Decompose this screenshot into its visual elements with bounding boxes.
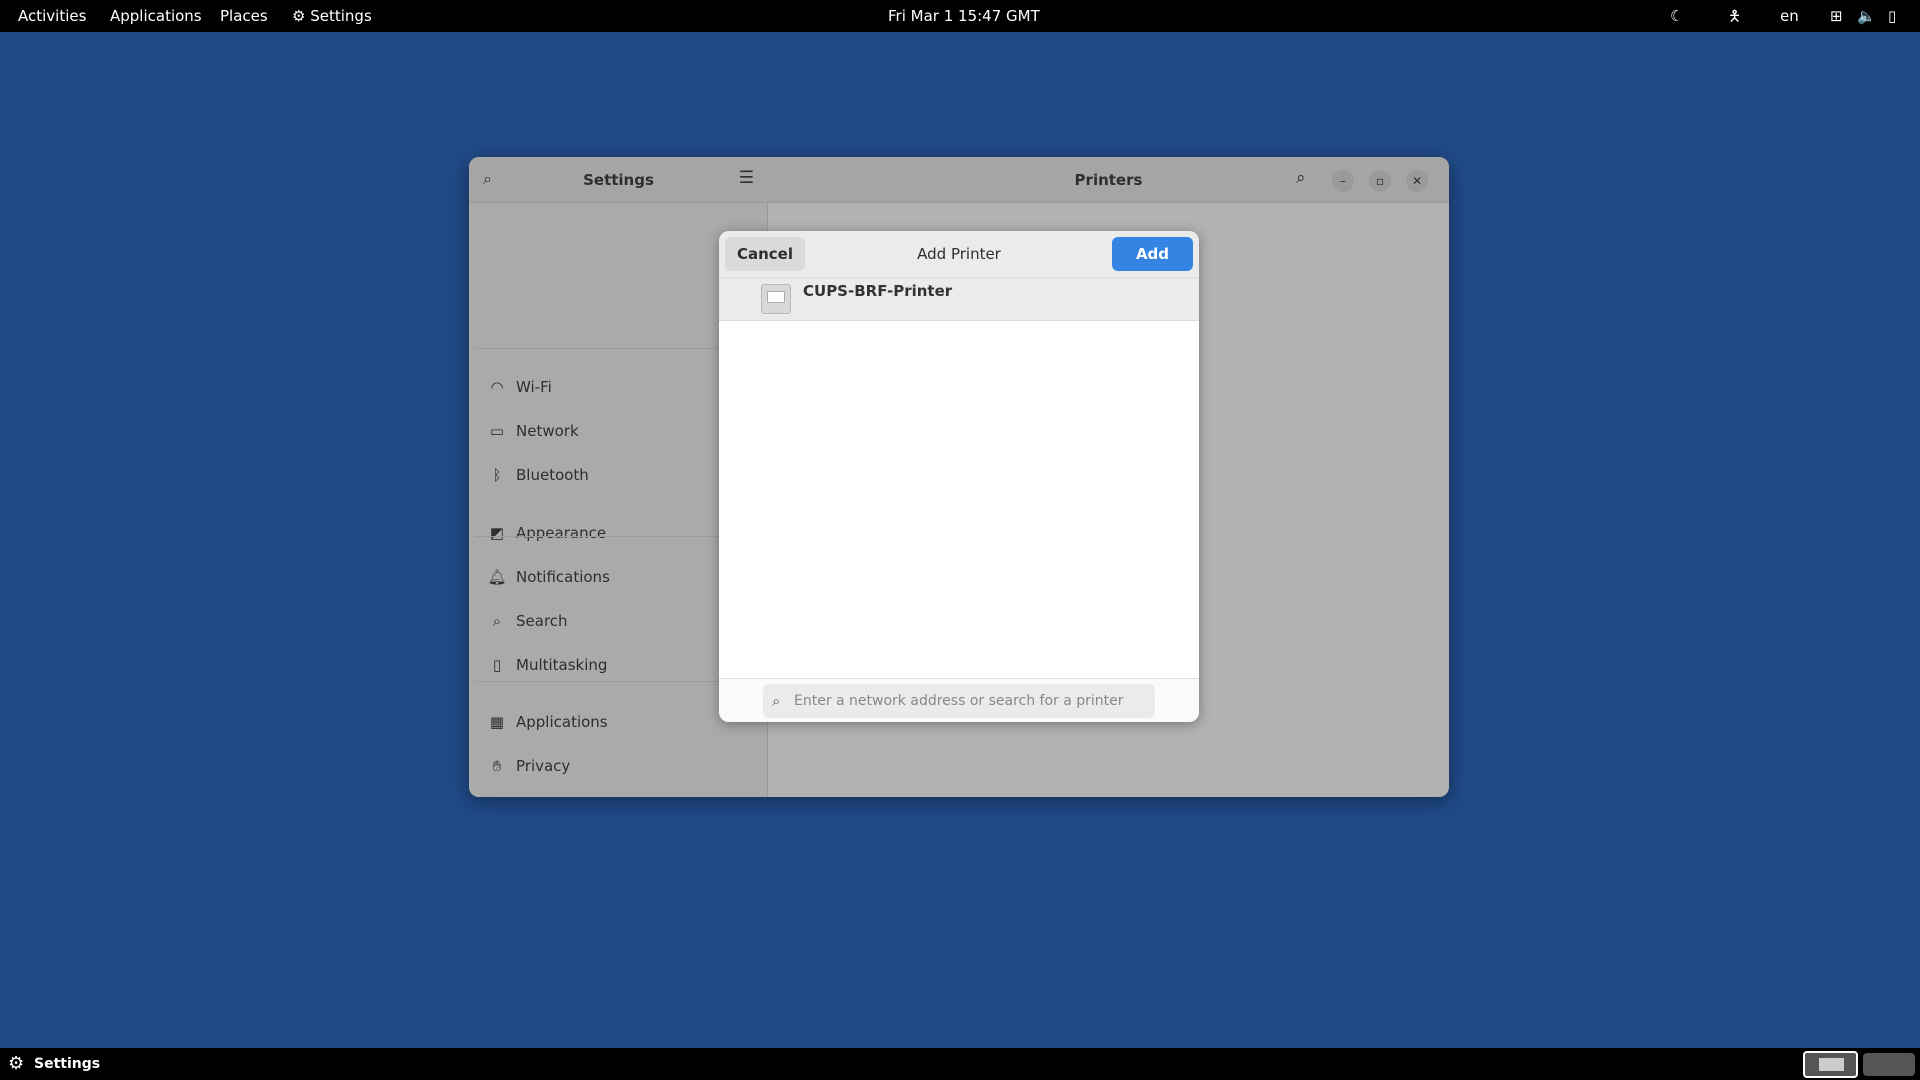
applications-menu[interactable]: Applications [110, 0, 202, 32]
share-icon: ⋖ [487, 790, 507, 797]
appearance-icon: ◩ [489, 524, 505, 542]
sidebar-item-label: Applications [516, 713, 608, 731]
workspace-2[interactable] [1863, 1053, 1915, 1076]
sidebar-item-label: Privacy [516, 757, 571, 775]
sidebar-title: Settings [583, 171, 654, 189]
sidebar-item-sharing[interactable]: ⋖ Sharing [469, 790, 768, 797]
accessibility-icon[interactable]: 🯅 [1728, 0, 1741, 32]
workspace-1[interactable] [1803, 1051, 1858, 1078]
hand-icon: ✋︎ [492, 757, 502, 775]
menu-icon[interactable]: ☰ [739, 168, 754, 188]
dialog-footer: ⌕ Enter a network address or search for … [719, 678, 1199, 722]
activities-button[interactable]: Activities [18, 0, 86, 32]
maximize-button[interactable]: ▫ [1369, 170, 1391, 192]
taskbar: ⚙ Settings [0, 1048, 1920, 1080]
gear-icon: ⚙ [292, 7, 306, 25]
taskbar-app-settings[interactable]: Settings [34, 1048, 100, 1080]
printer-list-item[interactable]: CUPS-BRF-Printer [719, 278, 1199, 321]
dialog-header: Cancel Add Printer Add [719, 231, 1199, 278]
sidebar-header: ⌕ Settings ☰ [469, 157, 768, 203]
search-icon: ⌕ [492, 612, 502, 630]
clock[interactable]: Fri Mar 1 15:47 GMT [888, 0, 1040, 32]
volume-icon[interactable]: 🔈 [1857, 0, 1876, 32]
wifi-icon: ◠ [490, 378, 504, 396]
search-icon[interactable]: ⌕ [1296, 168, 1306, 188]
sidebar-item-label: Notifications [516, 568, 610, 586]
network-icon[interactable]: ⊞ [1830, 0, 1843, 32]
search-icon: ⌕ [772, 692, 781, 710]
sidebar-item-label: Network [516, 422, 579, 440]
app-menu[interactable]: ⚙ Settings [292, 0, 372, 32]
bluetooth-icon: ᛒ [492, 466, 502, 484]
network-icon: ▭ [489, 422, 505, 440]
printer-name: CUPS-BRF-Printer [803, 282, 953, 300]
night-light-icon[interactable]: ☾ [1670, 0, 1683, 32]
close-button[interactable]: ✕ [1406, 170, 1428, 192]
printer-search-input[interactable]: ⌕ Enter a network address or search for … [763, 684, 1155, 718]
sidebar-item-label: Multitasking [516, 656, 608, 674]
sidebar-item-label: Wi-Fi [516, 378, 552, 396]
language-indicator[interactable]: en [1780, 0, 1799, 32]
search-placeholder: Enter a network address or search for a … [794, 693, 1124, 709]
sidebar-item-label: Search [516, 612, 568, 630]
sidebar-item-privacy[interactable]: ✋︎ Privacy [469, 746, 768, 786]
app-menu-label: Settings [310, 7, 372, 25]
gear-icon: ⚙ [8, 1053, 25, 1074]
grid-icon: ▦ [489, 713, 505, 731]
add-button[interactable]: Add [1112, 237, 1193, 271]
battery-icon[interactable]: ▯ [1888, 0, 1896, 32]
places-menu[interactable]: Places [220, 0, 268, 32]
sidebar-item-label: Appearance [516, 524, 607, 542]
minimize-button[interactable]: – [1332, 170, 1354, 192]
top-bar: Activities Applications Places ⚙ Setting… [0, 0, 1920, 32]
add-printer-dialog: Cancel Add Printer Add CUPS-BRF-Printer … [719, 231, 1199, 722]
printer-icon [761, 284, 791, 314]
multitasking-icon: ▯ [492, 656, 502, 674]
main-header: Printers ⌕ – ▫ ✕ [768, 157, 1449, 203]
sidebar-item-label: Sharing [516, 790, 574, 797]
bell-icon: 🔔︎ [487, 568, 507, 586]
sidebar-item-label: Bluetooth [516, 466, 589, 484]
